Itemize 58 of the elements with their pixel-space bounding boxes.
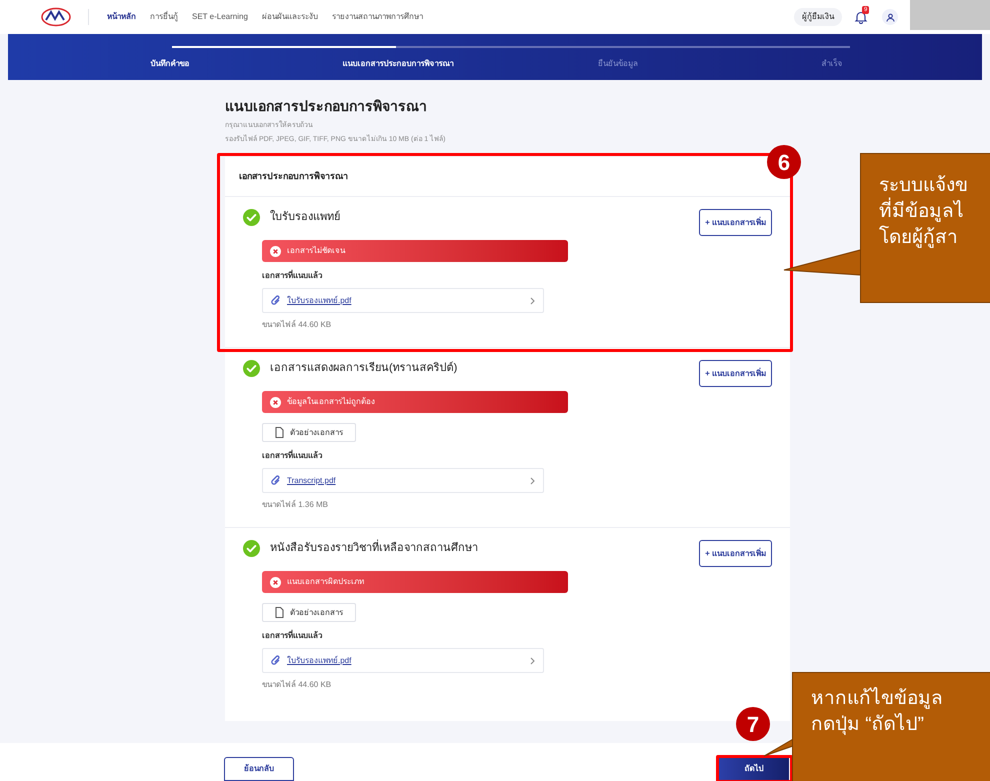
- callout-text: หากแก้ไขข้อมูล: [811, 687, 944, 711]
- callout-text: ที่มีข้อมูลไ: [879, 200, 990, 224]
- paperclip-icon: [271, 475, 281, 486]
- attached-file-row[interactable]: Transcript.pdf: [262, 468, 544, 493]
- nav-link[interactable]: SET e-Learning: [192, 11, 248, 23]
- error-message: แนบเอกสารผิดประเภท: [287, 576, 364, 588]
- attached-file-row[interactable]: ใบรับรองแพทย์.pdf: [262, 648, 544, 673]
- step-label: แนบเอกสารประกอบการพิจารณา: [342, 58, 454, 70]
- callout-text: กดปุ่ม “ถัดไป”: [811, 713, 925, 737]
- attached-file-row[interactable]: ใบรับรองแพทย์.pdf: [262, 288, 544, 313]
- attach-more-button[interactable]: + แนบเอกสารเพิ่ม: [699, 540, 772, 567]
- document-icon: [275, 607, 284, 618]
- error-message: ข้อมูลในเอกสารไม่ถูกต้อง: [287, 396, 375, 408]
- document-name: หนังสือรับรองรายวิชาที่เหลือจากสถานศึกษา: [270, 540, 478, 557]
- attach-more-button[interactable]: + แนบเอกสารเพิ่ม: [699, 209, 772, 236]
- bell-icon[interactable]: [854, 10, 868, 24]
- file-size: ขนาดไฟล์ 44.60 KB: [262, 679, 332, 691]
- step-number-badge: 6: [767, 145, 801, 179]
- sample-document-button[interactable]: ตัวอย่างเอกสาร: [262, 603, 356, 622]
- step-number-badge: 7: [736, 707, 770, 741]
- error-message: เอกสารไม่ชัดเจน: [287, 245, 345, 257]
- callout-text: โดยผู้กู้สา: [879, 226, 959, 250]
- page-title: แนบเอกสารประกอบการพิจารณา: [225, 97, 428, 116]
- paperclip-icon: [271, 655, 281, 666]
- callout-text: ระบบแจ้งข: [879, 174, 969, 198]
- attached-label: เอกสารที่แนบแล้ว: [262, 450, 323, 462]
- nav-link[interactable]: รายงานสถานภาพการศึกษา: [332, 11, 423, 23]
- user-avatar-icon[interactable]: [882, 9, 898, 25]
- paperclip-icon: [271, 295, 281, 306]
- back-button[interactable]: ย้อนกลับ: [224, 757, 294, 781]
- document-name: เอกสารแสดงผลการเรียน(ทรานสคริปต์): [270, 360, 458, 376]
- nav-link[interactable]: หน้าหลัก: [107, 11, 136, 23]
- document-name: ใบรับรองแพทย์: [270, 209, 340, 226]
- step-label: ยืนยันข้อมูล: [598, 58, 638, 70]
- error-icon: [270, 576, 281, 588]
- sample-document-button[interactable]: ตัวอย่างเอกสาร: [262, 423, 356, 442]
- chevron-right-icon: [530, 476, 535, 484]
- card-title: เอกสารประกอบการพิจารณา: [239, 170, 348, 183]
- file-link[interactable]: ใบรับรองแพทย์.pdf: [287, 654, 352, 666]
- chevron-right-icon: [530, 656, 535, 664]
- attached-label: เอกสารที่แนบแล้ว: [262, 630, 323, 642]
- nav-link[interactable]: ผ่อนผันและระงับ: [262, 11, 318, 23]
- nav-link[interactable]: การยื่นกู้: [150, 11, 178, 23]
- attached-label: เอกสารที่แนบแล้ว: [262, 270, 323, 282]
- error-icon: [270, 246, 281, 256]
- document-icon: [275, 427, 284, 438]
- step-label: สำเร็จ: [822, 58, 842, 70]
- file-link[interactable]: ใบรับรองแพทย์.pdf: [287, 294, 352, 306]
- chevron-right-icon: [530, 296, 535, 304]
- error-icon: [270, 396, 281, 408]
- file-link[interactable]: Transcript.pdf: [287, 474, 336, 486]
- step-label: บันทึกคำขอ: [150, 58, 190, 70]
- file-size: ขนาดไฟล์ 44.60 KB: [262, 319, 332, 331]
- attach-more-button[interactable]: + แนบเอกสารเพิ่ม: [699, 360, 772, 387]
- file-size: ขนาดไฟล์ 1.36 MB: [262, 499, 330, 511]
- logo-icon[interactable]: [40, 6, 72, 28]
- role-button[interactable]: ผู้กู้ยืมเงิน: [794, 8, 842, 26]
- next-button[interactable]: ถัดไป: [719, 757, 789, 781]
